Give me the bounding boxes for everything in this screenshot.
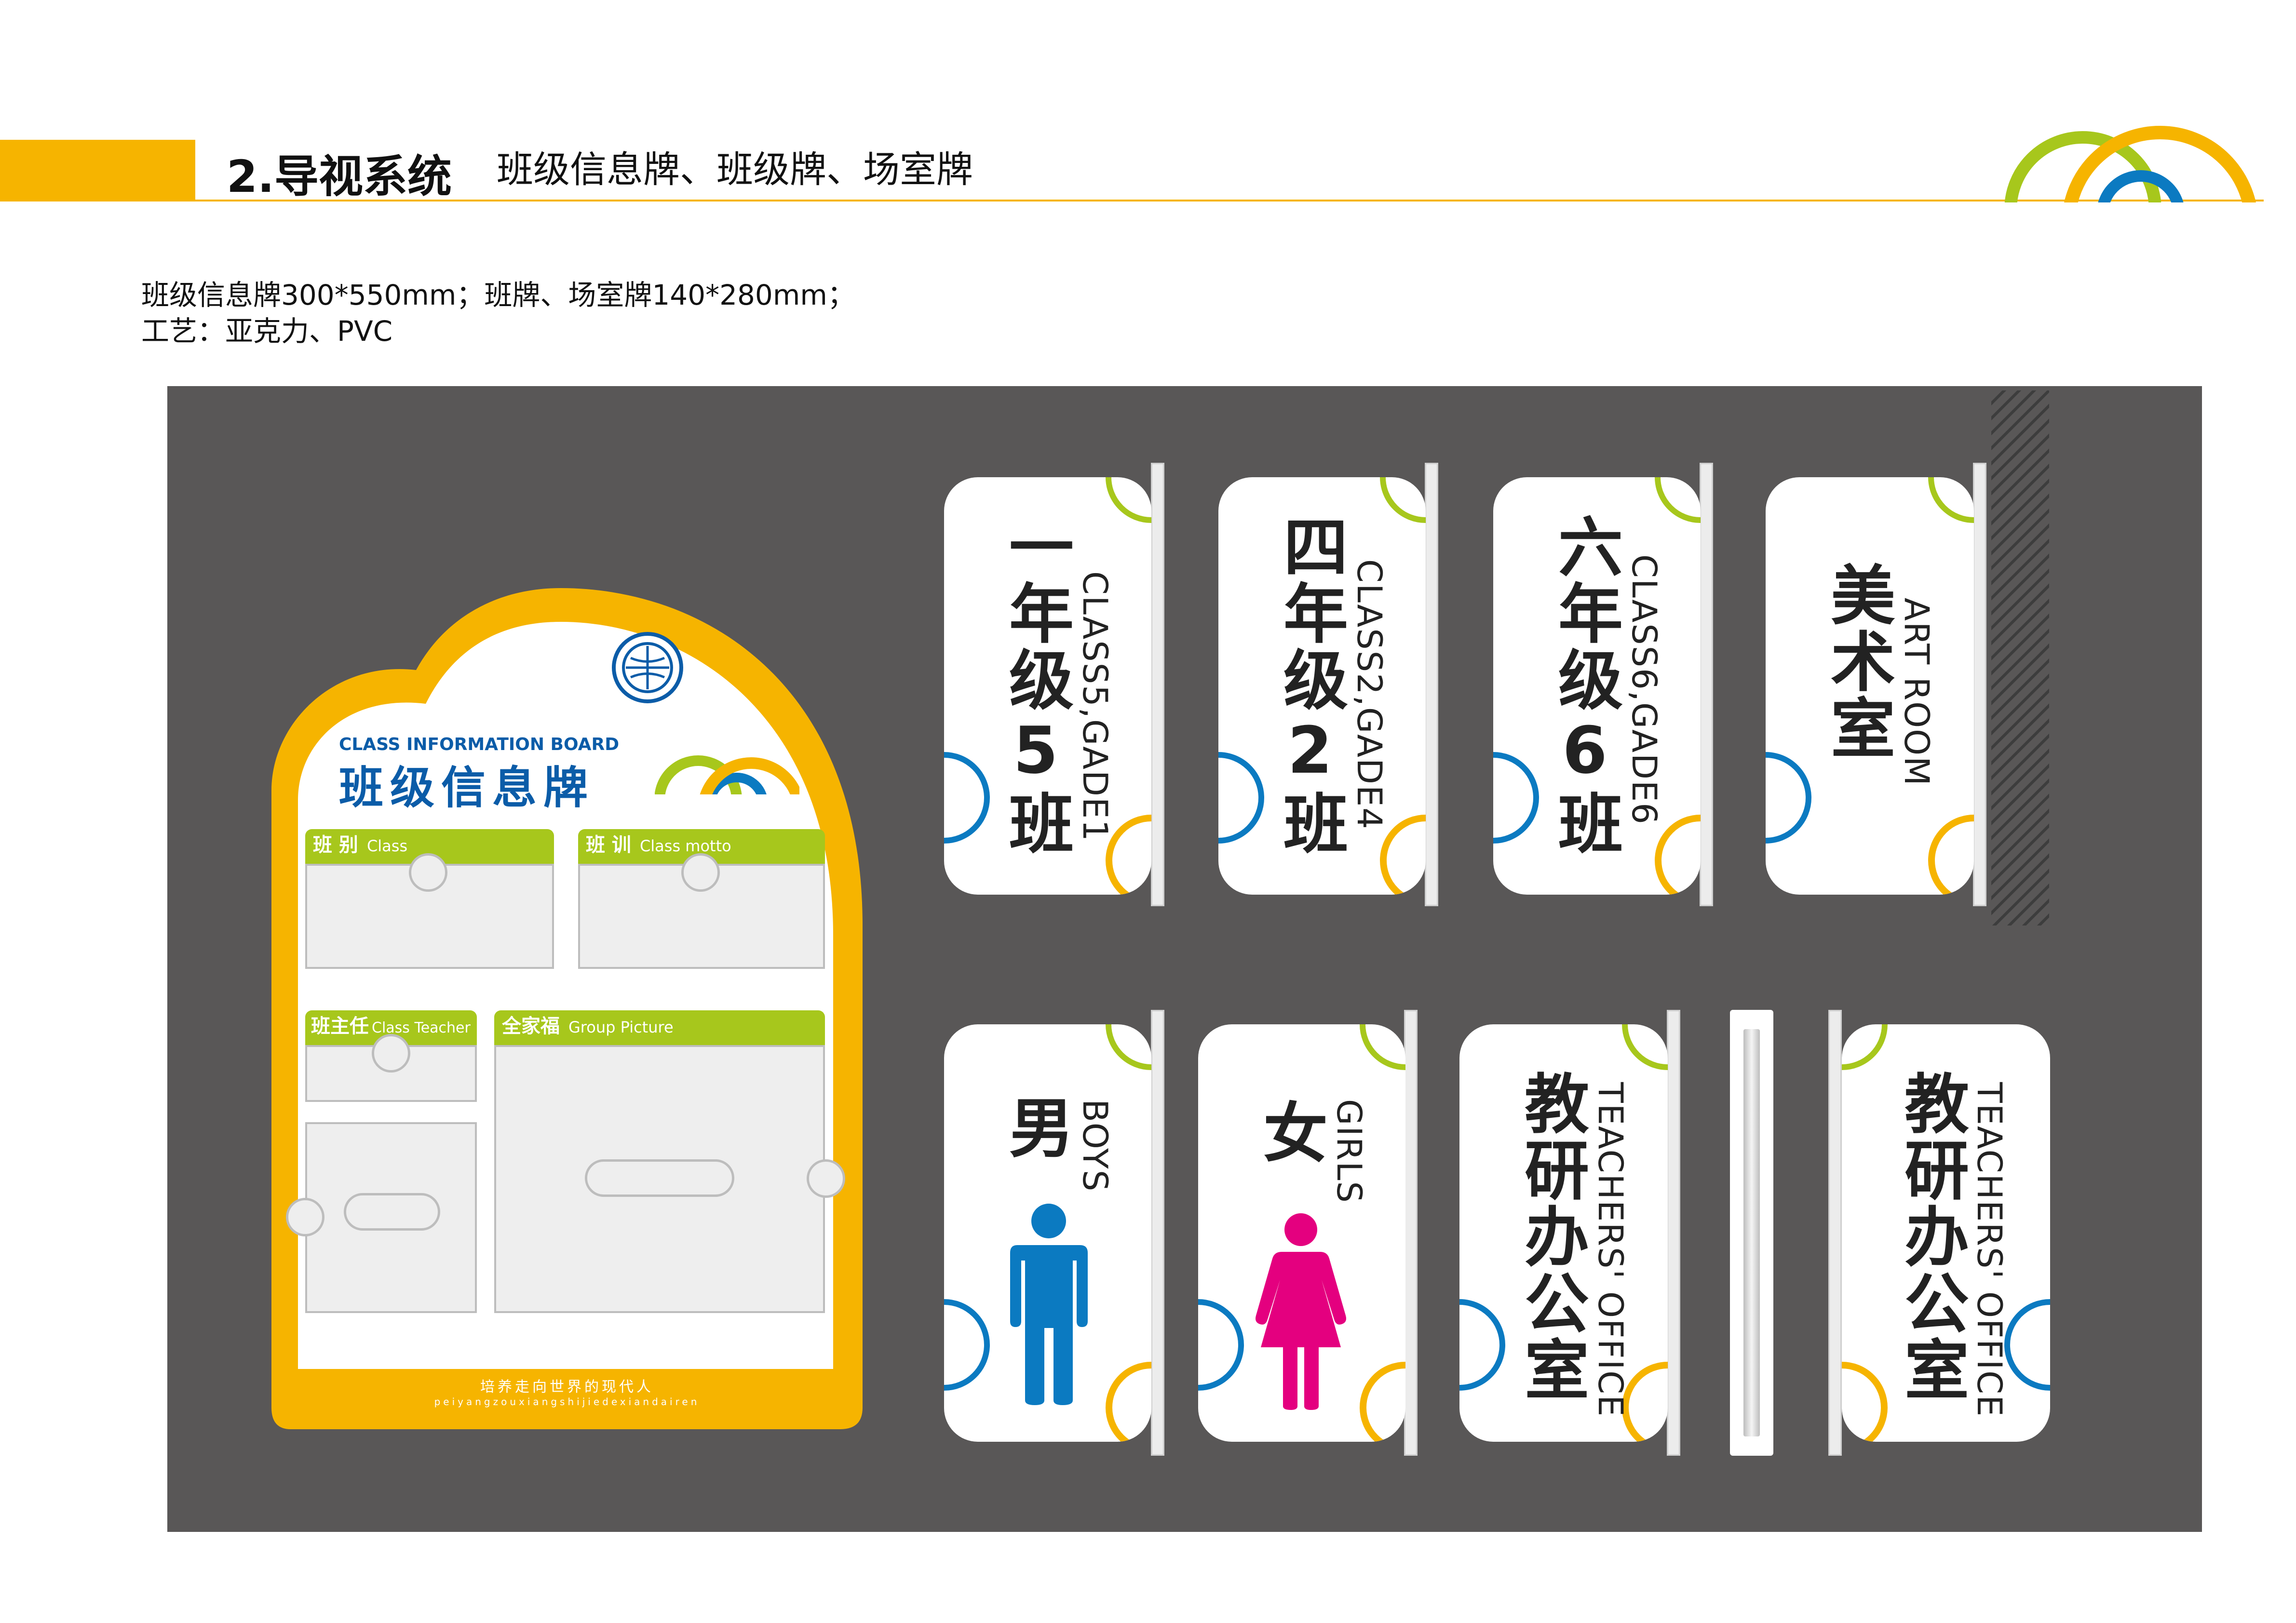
photo-slot xyxy=(344,1193,440,1231)
frame-hole xyxy=(807,1159,845,1198)
frame-hole xyxy=(681,853,720,892)
sign-mount-bar xyxy=(1151,463,1164,906)
spec-size-text: 班级信息牌300*550mm；班牌、场室牌140*280mm； xyxy=(141,279,855,311)
page-subtitle: 班级信息牌、班级牌、场室牌 xyxy=(497,148,973,191)
sign-mount-bar xyxy=(1973,463,1986,906)
sign-boys: 男 BOYS xyxy=(944,1024,1151,1442)
section-group: 全家福 Group Picture xyxy=(494,1010,825,1045)
sign-side-view xyxy=(1730,1010,1773,1456)
sign-mount-bar xyxy=(1425,463,1438,906)
sign-class2: 四年级2班 CLASS2,GADE4 xyxy=(1218,477,1426,895)
frame-hole xyxy=(286,1198,324,1236)
board-footer-cn: 培养走向世界的现代人 xyxy=(480,1379,654,1395)
board-cn-title: 班级信息牌 xyxy=(339,762,595,814)
class-information-board: CLASS INFORMATION BOARD 班级信息牌 班 别 Class 班… xyxy=(271,588,863,1429)
sign-girls: 女 GIRLS xyxy=(1198,1024,1405,1442)
sign-class5: 一年级5班 CLASS5,GADE1 xyxy=(944,477,1151,895)
wall-hatch xyxy=(1991,390,2049,926)
page-title: 2.导视系统 xyxy=(227,151,452,202)
sign-art-room: 美术室 ART ROOM xyxy=(1766,477,1974,895)
man-icon xyxy=(1010,1204,1088,1405)
sign-mount-bar xyxy=(1828,1010,1842,1456)
sign-teachers-office-b: 教研办公室 TEACHERS' OFFICE xyxy=(1842,1024,2050,1442)
sign-mount-bar xyxy=(1404,1010,1418,1456)
board-en-title: CLASS INFORMATION BOARD xyxy=(339,735,620,754)
sign-mount-bar xyxy=(1700,463,1713,906)
header-accent-band xyxy=(0,140,195,201)
woman-icon xyxy=(1256,1213,1346,1410)
school-emblem-icon xyxy=(612,632,683,703)
logo-rings-icon xyxy=(2004,126,2256,202)
board-footer-pinyin: peiyangzouxiangshijiedexiandairen xyxy=(434,1396,700,1408)
sign-class6: 六年级6班 CLASS6,GADE6 xyxy=(1493,477,1701,895)
board-rings-icon xyxy=(655,755,799,794)
sign-mount-bar xyxy=(1667,1010,1680,1456)
sign-teachers-office-a: 教研办公室 TEACHERS' OFFICE xyxy=(1459,1024,1668,1442)
header-rule xyxy=(195,200,2264,201)
sign-mount-bar xyxy=(1151,1010,1164,1456)
spec-material-text: 工艺：亚克力、PVC xyxy=(141,315,393,348)
frame-hole xyxy=(372,1034,410,1073)
photo-slot xyxy=(585,1159,734,1197)
frame-hole xyxy=(409,853,447,892)
